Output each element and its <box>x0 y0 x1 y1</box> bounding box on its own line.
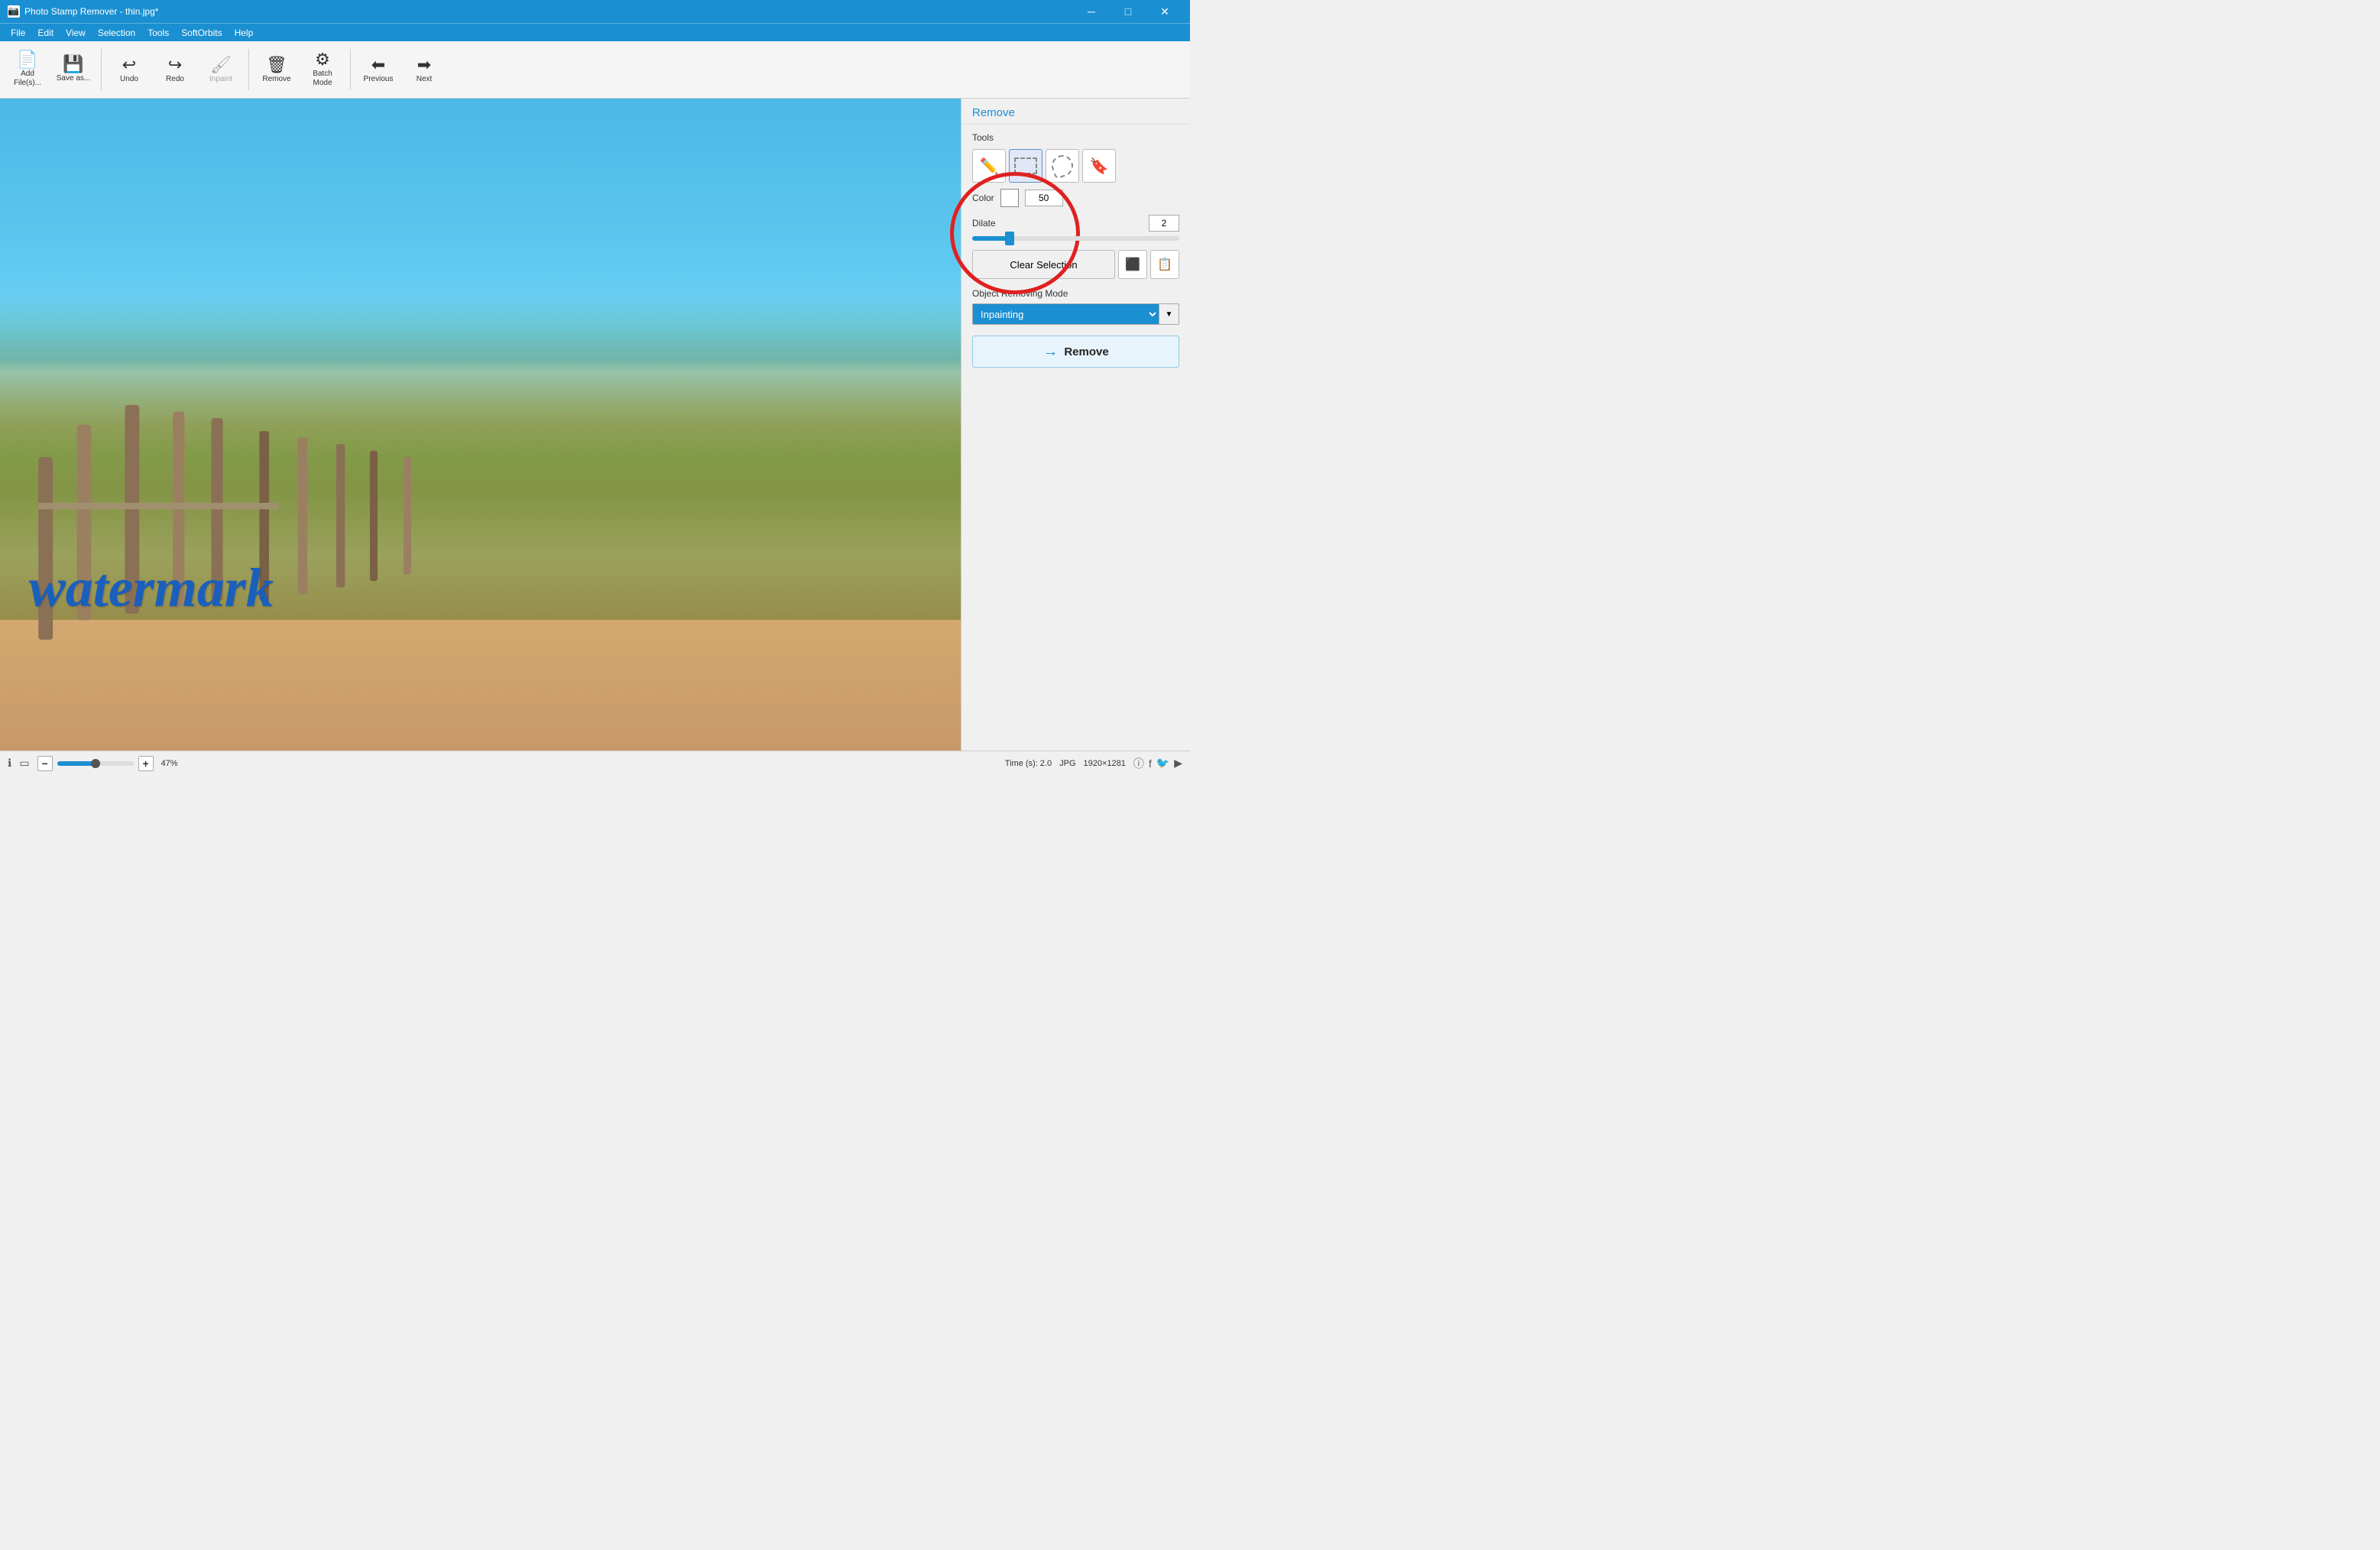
next-icon: ➡ <box>417 57 431 73</box>
remove-arrow-icon: → <box>1042 343 1058 361</box>
dilate-slider-fill <box>972 236 1010 241</box>
mode-dropdown[interactable]: Inpainting Content-Aware Fill Texture Sy… <box>972 303 1159 325</box>
previous-icon: ⬅ <box>371 57 385 73</box>
add-files-button[interactable]: 📄 Add File(s)... <box>6 44 49 96</box>
remove-button-label: Remove <box>1064 345 1108 358</box>
dropdown-arrow[interactable]: ▼ <box>1159 303 1179 325</box>
status-bar: ℹ ▭ − + 47% Time (s): 2.0 JPG 1920×1281 … <box>0 751 1190 775</box>
format-label: JPG <box>1059 759 1075 768</box>
rect-select-tool-button[interactable] <box>1009 149 1042 183</box>
inpaint-icon: 🖌 <box>210 57 232 73</box>
lasso-tool-button[interactable] <box>1046 149 1079 183</box>
canvas-area[interactable]: watermark <box>0 99 961 751</box>
rect-select-icon <box>1014 157 1037 174</box>
stamp-tool-button[interactable]: 🔖 <box>1082 149 1116 183</box>
time-label: Time (s): 2.0 <box>1005 759 1052 768</box>
zoom-thumb[interactable] <box>91 759 100 768</box>
right-panel: Remove Tools ✏️ 🔖 <box>961 99 1190 751</box>
minimize-button[interactable]: ─ <box>1074 0 1109 23</box>
status-rect-icon[interactable]: ▭ <box>19 757 29 770</box>
previous-button[interactable]: ⬅ Previous <box>357 44 400 96</box>
tools-row: ✏️ 🔖 <box>972 149 1179 183</box>
tools-label: Tools <box>972 132 1179 143</box>
close-button[interactable]: ✕ <box>1147 0 1182 23</box>
menu-view[interactable]: View <box>60 26 92 40</box>
undo-icon: ↩ <box>122 57 136 73</box>
select-load-button[interactable]: 📋 <box>1150 250 1179 279</box>
zoom-in-button[interactable]: + <box>138 756 154 771</box>
remove-icon: 🗑 <box>266 57 287 73</box>
status-social-icons: ⓘ f 🐦 ▶ <box>1133 756 1182 771</box>
clear-sel-row: Clear Selection ⬛ 📋 <box>972 250 1179 279</box>
remove-button[interactable]: → Remove <box>972 336 1179 368</box>
color-picker[interactable] <box>1000 189 1019 207</box>
clear-selection-button[interactable]: Clear Selection <box>972 250 1115 279</box>
batch-mode-button[interactable]: ⚙ BatchMode <box>301 44 344 96</box>
zoom-percent-label: 47% <box>161 759 178 768</box>
zoom-controls: − + <box>37 756 154 771</box>
status-info-btn[interactable]: ⓘ <box>1133 756 1144 771</box>
zoom-slider[interactable] <box>57 761 134 766</box>
mode-label: Object Removing Mode <box>972 288 1179 299</box>
pencil-tool-button[interactable]: ✏️ <box>972 149 1006 183</box>
batch-icon: ⚙ <box>315 51 330 68</box>
pencil-icon: ✏️ <box>980 157 999 176</box>
zoom-out-button[interactable]: − <box>37 756 53 771</box>
lasso-icon <box>1049 152 1076 180</box>
redo-icon: ↪ <box>168 57 182 73</box>
status-twitter-icon[interactable]: 🐦 <box>1156 757 1169 770</box>
next-button[interactable]: ➡ Next <box>403 44 446 96</box>
menu-edit[interactable]: Edit <box>31 26 60 40</box>
redo-button[interactable]: ↪ Redo <box>154 44 196 96</box>
undo-button[interactable]: ↩ Undo <box>108 44 151 96</box>
toolbar-separator-1 <box>101 49 102 90</box>
save-icon: 💾 <box>63 56 83 73</box>
select-save-button[interactable]: ⬛ <box>1118 250 1147 279</box>
maximize-button[interactable]: □ <box>1111 0 1146 23</box>
stamp-icon: 🔖 <box>1090 157 1109 176</box>
add-files-icon: 📄 <box>17 51 37 68</box>
image-canvas[interactable]: watermark <box>0 99 961 751</box>
tools-section: Tools ✏️ 🔖 <box>961 125 1190 375</box>
dilate-label: Dilate <box>972 218 996 229</box>
zoom-fill <box>57 761 93 766</box>
status-youtube-icon[interactable]: ▶ <box>1174 757 1182 770</box>
dilate-row: Dilate <box>972 215 1179 232</box>
menu-tools[interactable]: Tools <box>141 26 175 40</box>
status-info-icon[interactable]: ℹ <box>8 757 11 770</box>
window-title: Photo Stamp Remover - thin.jpg* <box>24 6 1074 17</box>
panel-header: Remove <box>961 99 1190 125</box>
watermark-overlay: watermark <box>29 556 274 620</box>
menu-selection[interactable]: Selection <box>92 26 141 40</box>
dilate-slider-track[interactable] <box>972 236 1179 241</box>
color-label: Color <box>972 193 994 203</box>
main-area: watermark Remove Tools ✏️ <box>0 99 1190 751</box>
dilate-input[interactable] <box>1149 215 1179 232</box>
status-facebook-icon[interactable]: f <box>1149 757 1152 770</box>
dilate-slider-thumb[interactable] <box>1005 232 1014 245</box>
menu-bar: File Edit View Selection Tools SoftOrbit… <box>0 23 1190 41</box>
app-icon: 📷 <box>8 5 20 18</box>
select-save-icon: ⬛ <box>1125 257 1140 272</box>
remove-toolbar-button[interactable]: 🗑 Remove <box>255 44 298 96</box>
toolbar-separator-3 <box>350 49 351 90</box>
inpaint-button: 🖌 Inpaint <box>199 44 242 96</box>
menu-help[interactable]: Help <box>229 26 260 40</box>
menu-file[interactable]: File <box>5 26 31 40</box>
dropdown-row: Inpainting Content-Aware Fill Texture Sy… <box>972 303 1179 325</box>
color-value-input[interactable] <box>1025 190 1063 206</box>
toolbar: 📄 Add File(s)... 💾 Save as... ↩ Undo ↪ R… <box>0 41 1190 99</box>
toolbar-separator-2 <box>248 49 249 90</box>
color-row: Color <box>972 189 1179 207</box>
save-as-button[interactable]: 💾 Save as... <box>52 44 95 96</box>
select-load-icon: 📋 <box>1157 257 1172 272</box>
dimensions-label: 1920×1281 <box>1084 759 1126 768</box>
menu-softorbits[interactable]: SoftOrbits <box>175 26 228 40</box>
window-controls: ─ □ ✕ <box>1074 0 1182 23</box>
title-bar: 📷 Photo Stamp Remover - thin.jpg* ─ □ ✕ <box>0 0 1190 23</box>
